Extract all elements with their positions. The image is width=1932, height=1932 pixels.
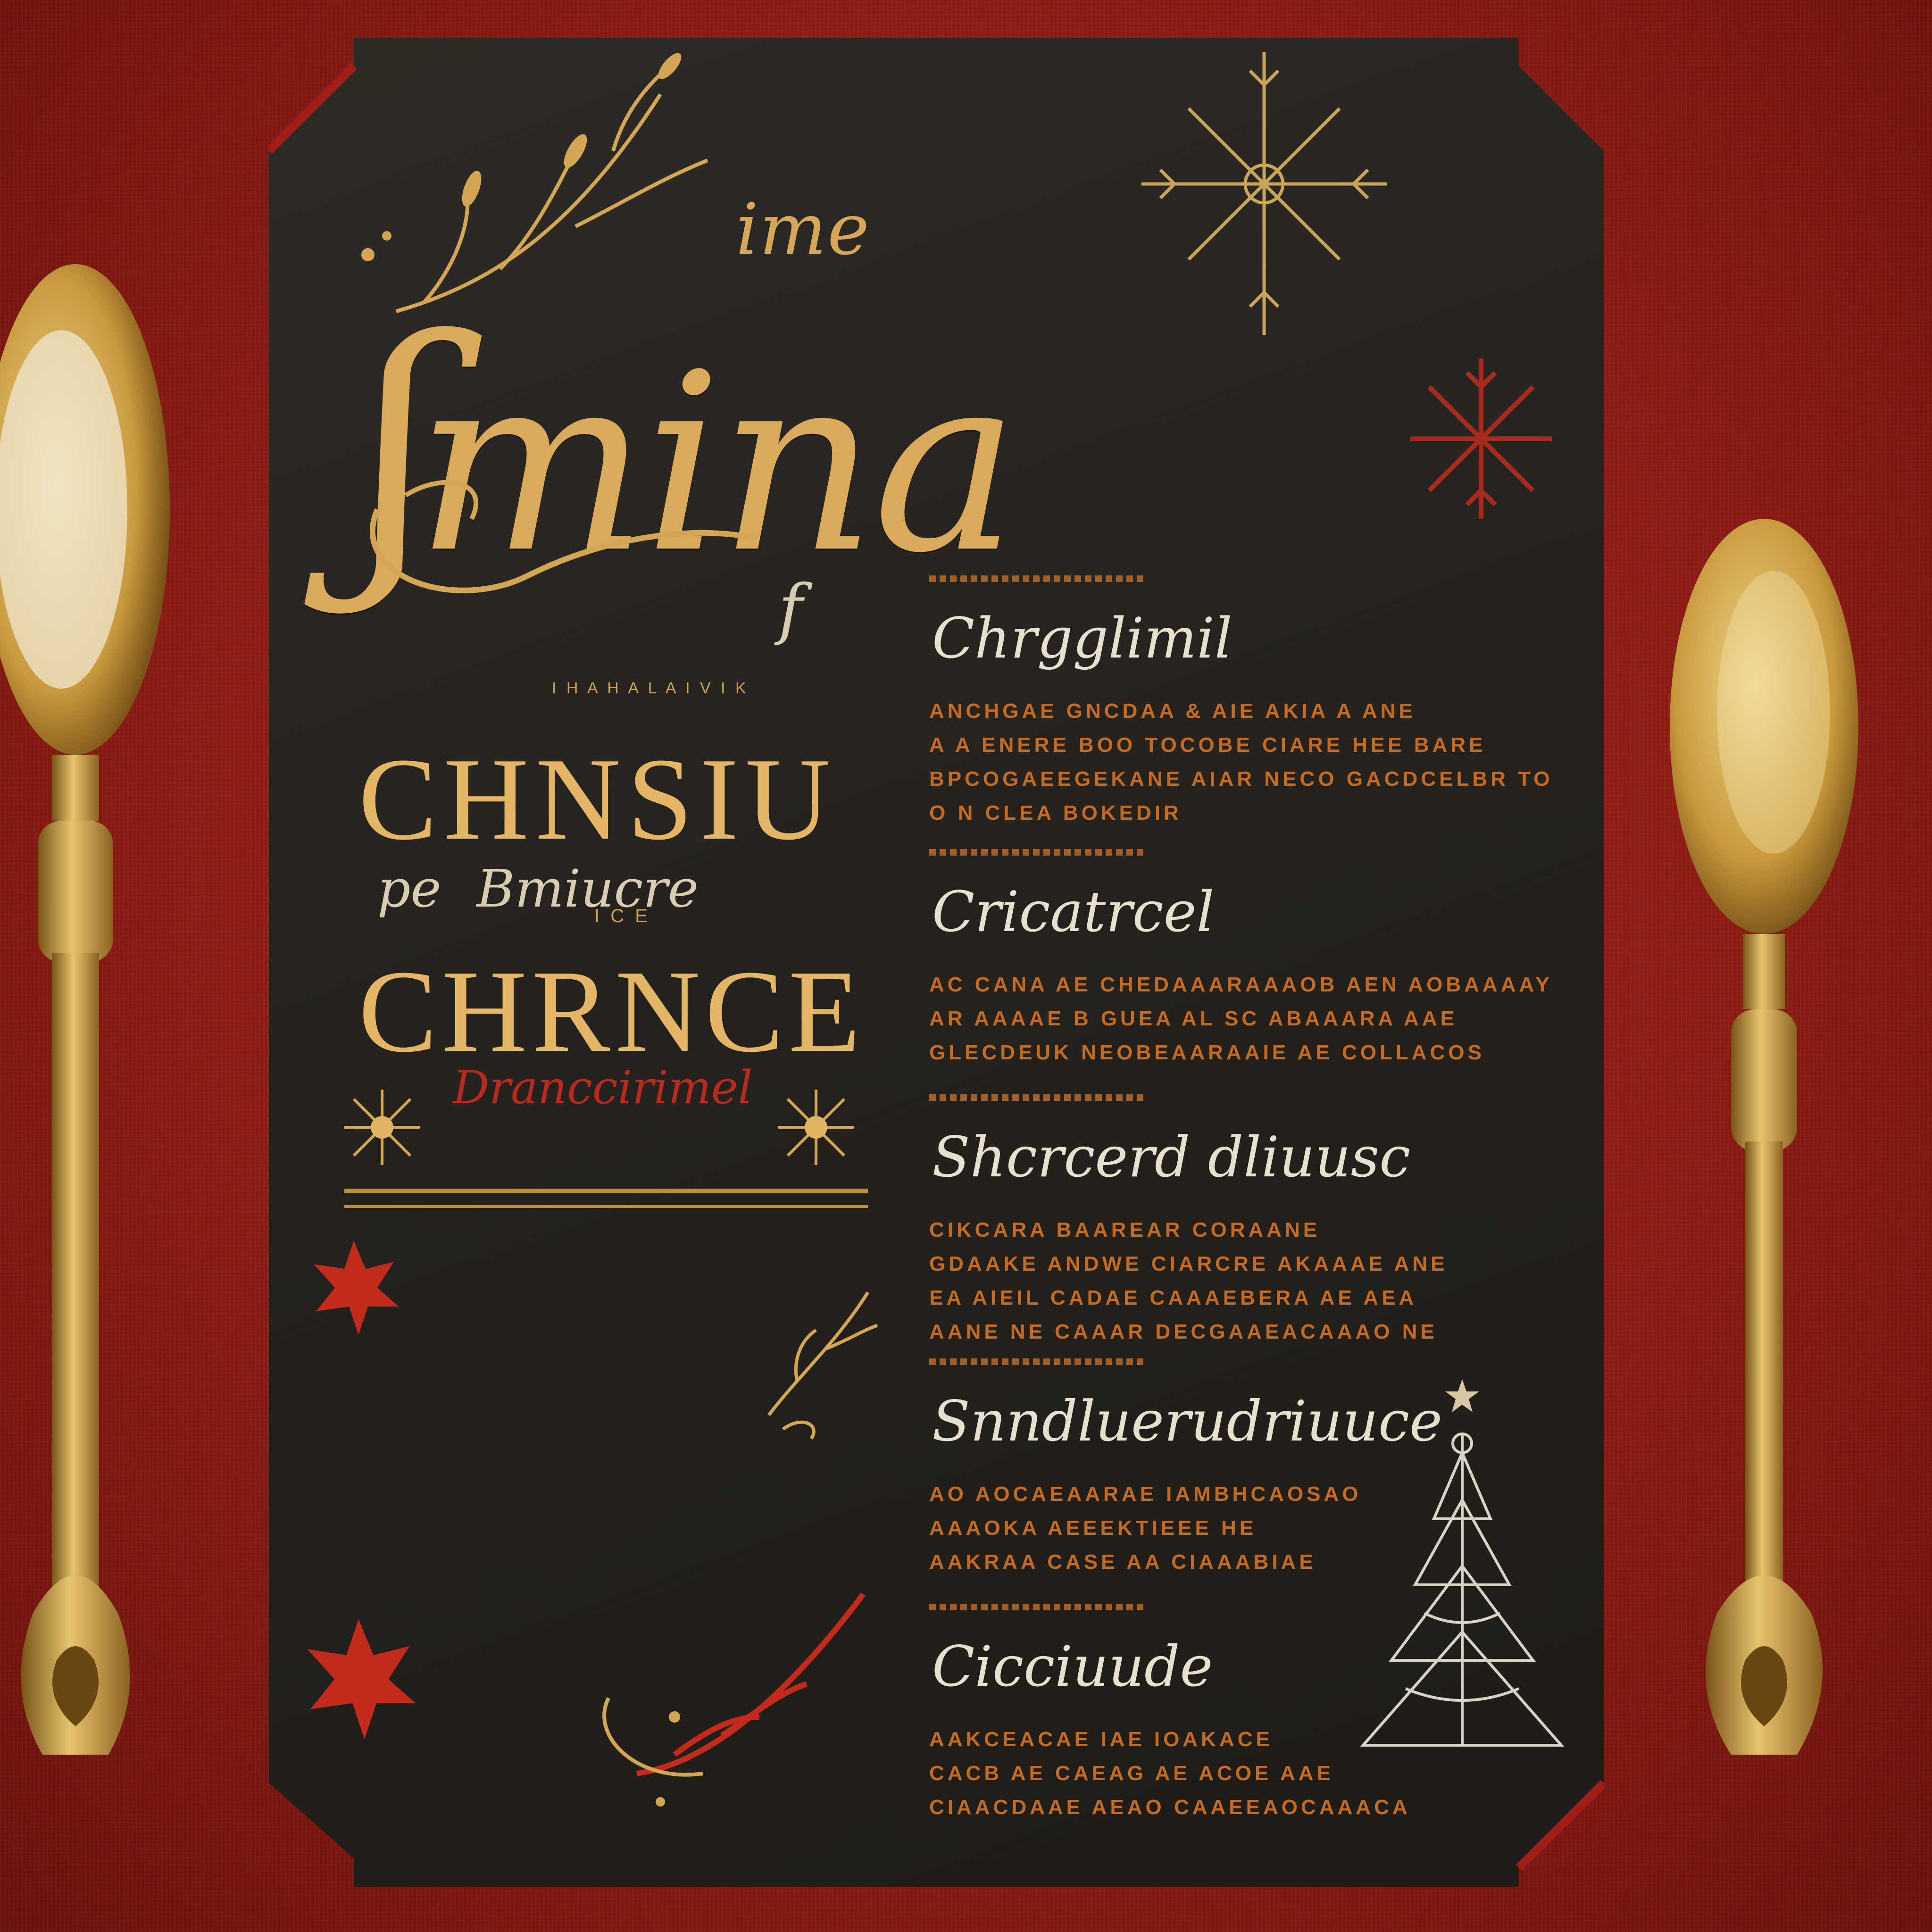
laurel-branch-icon (602, 1592, 866, 1807)
section-heading: Cricatrcel (932, 879, 1215, 944)
section-kicker (929, 1358, 1146, 1365)
section-kicker (929, 1094, 1146, 1101)
menu-section: Shcrcerd dliuusc CIKCARA BAAREAR CORAANE… (929, 1094, 1552, 1349)
christmas-tree-icon (1360, 1432, 1565, 1747)
section-line: EA AIEIL CADAE CAAAEBERA AE AEA (929, 1286, 1417, 1309)
snowflake-icon (1141, 52, 1387, 335)
section-line: ANCHGAE GNCDAA & AIE AKIA A ANE (929, 700, 1416, 723)
left-subtitle-word: Bmiucre (476, 858, 699, 919)
section-line: AANE NE CAAAR DECGAAEACAAAO NE (929, 1320, 1438, 1343)
section-line: O N CLEA BOKEDIR (929, 801, 1182, 824)
menu-section: Chrgglimil ANCHGAE GNCDAA & AIE AKIA A A… (929, 575, 1552, 830)
section-line: CIAACDAAE AEAO CAAEEAOCAAACA (929, 1796, 1411, 1819)
laurel-branch-icon (767, 1291, 878, 1440)
sunburst-icon (778, 1090, 854, 1165)
section-line: GLECDEUK NEOBEAARAAIE AE COLLACOS (929, 1041, 1485, 1064)
left-heading-1: CHNSIU (358, 734, 837, 865)
section-line: GDAAKE ANDWE CIARCRE AKAAAE ANE (929, 1252, 1448, 1275)
section-kicker (929, 575, 1146, 582)
left-small-caption: I H A H A L A I V I K (552, 679, 749, 697)
section-heading: Shcrcerd dliuusc (932, 1124, 1411, 1190)
section-kicker (929, 1604, 1146, 1610)
gold-spoon-icon (0, 264, 170, 1755)
sunburst-icon (344, 1090, 420, 1165)
gold-spoon-icon (1670, 519, 1858, 1755)
fragment-glyph: f (778, 571, 803, 648)
section-line: A A ENERE BOO TOCOBE CIARE HEE BARE (929, 733, 1486, 757)
menu-title-top-script: ime (736, 189, 870, 271)
photo-scene: ime ʃmina f I H A H A L A I V I K CHNSIU… (0, 0, 1932, 1932)
section-line: AC CANA AE CHEDAAARAAAOB AEN AOBAAAAYC (929, 973, 1552, 996)
section-heading: Chrgglimil (932, 606, 1232, 671)
star-icon (1445, 1379, 1479, 1412)
divider-rule (344, 1189, 868, 1193)
section-line: AR AAAAE B GUEA AL SC ABAAARA AAE (929, 1007, 1457, 1030)
left-small-caption-mid: I C E (594, 906, 650, 926)
maple-leaf-icon (314, 1241, 399, 1335)
maple-leaf-icon (307, 1619, 416, 1740)
menu-section: Cricatrcel AC CANA AE CHEDAAARAAAOB AEN … (929, 849, 1552, 1070)
title-flourish-icon (369, 480, 756, 593)
section-kicker (929, 849, 1146, 856)
divider-rule (344, 1205, 868, 1208)
section-line: BPCOGAEEGEKANE AIAR NECO GACDCELBR TOO (929, 767, 1552, 791)
left-subtitle-prefix: pe (377, 858, 441, 919)
section-line: CIKCARA BAAREAR CORAANE (929, 1218, 1321, 1241)
left-heading-2: CHRNCE (358, 946, 866, 1077)
